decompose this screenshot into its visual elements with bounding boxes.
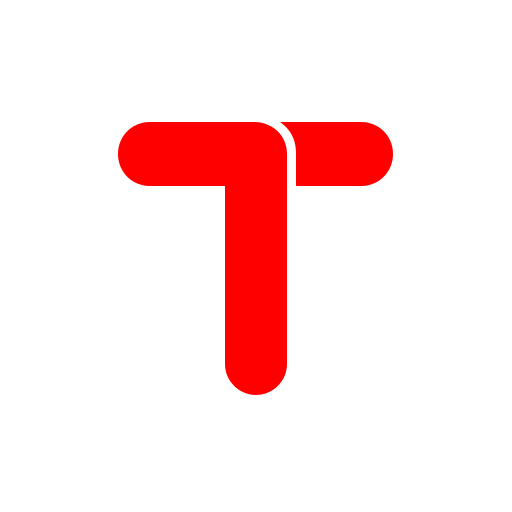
logo-canvas xyxy=(0,0,512,512)
logo-right-arm xyxy=(280,122,393,186)
t-letter-logo-icon xyxy=(118,122,393,395)
logo-left-arm-and-stem xyxy=(118,122,287,395)
